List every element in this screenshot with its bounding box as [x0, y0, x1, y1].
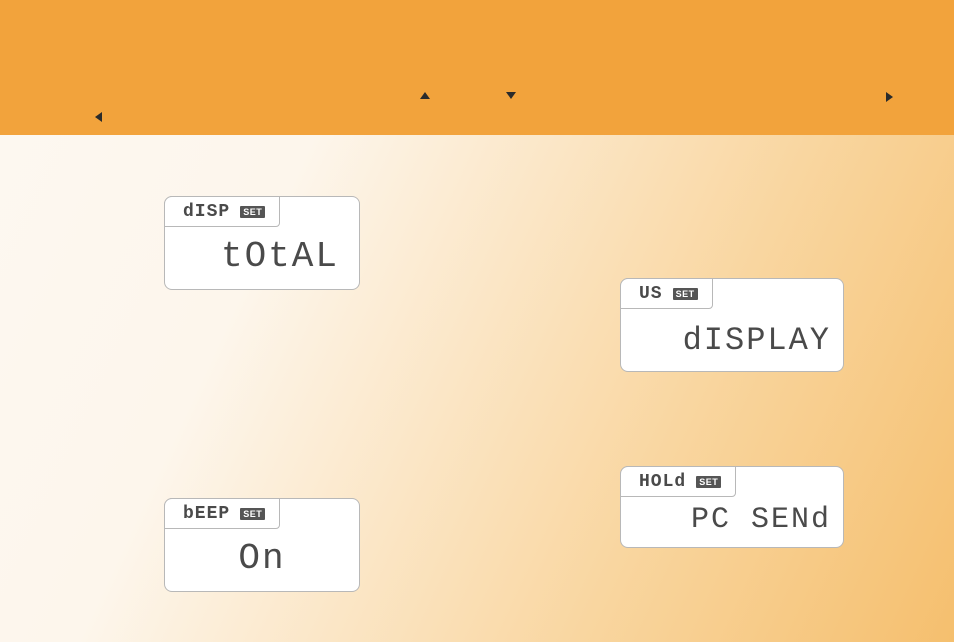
lcd-panel-beep: bEEP SET On — [164, 498, 360, 592]
lcd-panel-disp: dISP SET tOtAL — [164, 196, 360, 290]
set-badge: SET — [696, 476, 721, 488]
lcd-tab-label: HOLd — [639, 472, 686, 492]
set-badge: SET — [240, 508, 265, 520]
triangle-left-icon — [95, 112, 102, 122]
lcd-value-us: dISPLAY — [621, 322, 831, 359]
lcd-value-hold: PC SENd — [621, 503, 831, 537]
header-bar — [0, 0, 954, 135]
lcd-value-disp: tOtAL — [165, 236, 339, 277]
lcd-tab-us: US SET — [620, 278, 713, 309]
lcd-tab-label: bEEP — [183, 504, 230, 524]
lcd-value-beep: On — [165, 538, 359, 579]
set-badge: SET — [673, 288, 698, 300]
lcd-tab-label: dISP — [183, 202, 230, 222]
lcd-panel-us: US SET dISPLAY — [620, 278, 844, 372]
lcd-tab-beep: bEEP SET — [164, 498, 280, 529]
lcd-tab-disp: dISP SET — [164, 196, 280, 227]
lcd-tab-hold: HOLd SET — [620, 466, 736, 497]
triangle-up-icon — [420, 92, 430, 99]
lcd-panel-hold: HOLd SET PC SENd — [620, 466, 844, 548]
triangle-right-icon — [886, 92, 893, 102]
triangle-down-icon — [506, 92, 516, 99]
lcd-tab-label: US — [639, 284, 663, 304]
set-badge: SET — [240, 206, 265, 218]
